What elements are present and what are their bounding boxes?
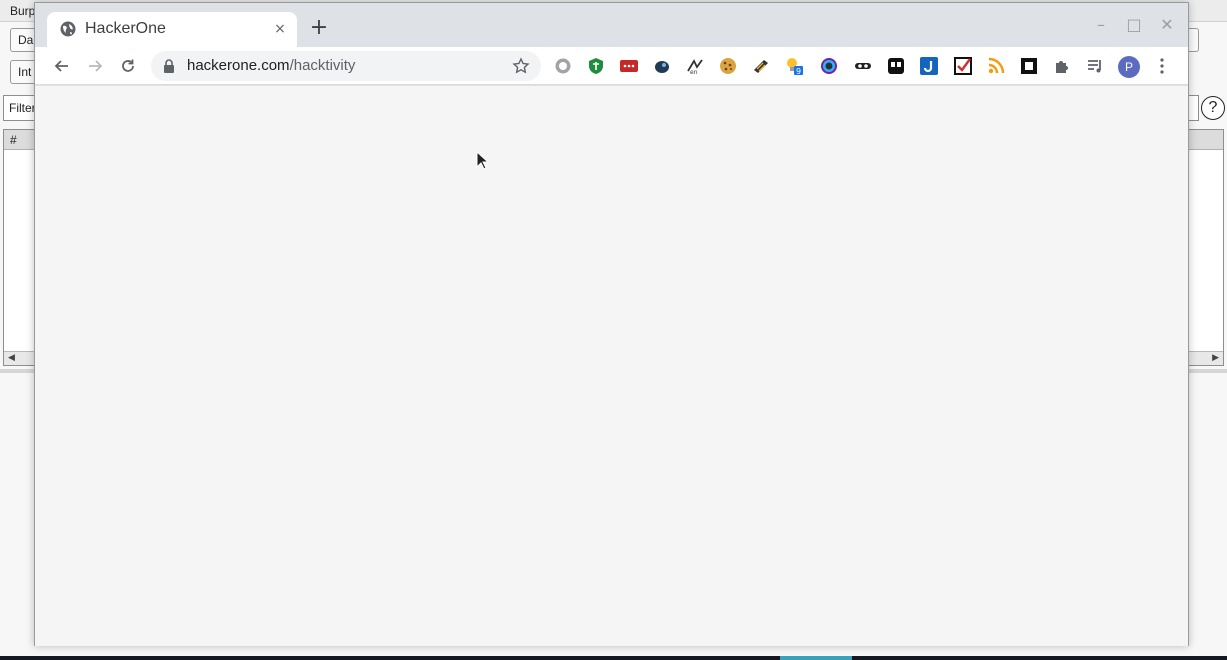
extension-translate-icon[interactable]: en <box>686 57 704 75</box>
extension-bird-icon[interactable] <box>653 57 671 75</box>
scroll-right-icon[interactable]: ▶ <box>1212 353 1219 363</box>
tab-close-icon[interactable]: × <box>271 20 289 38</box>
tab-title: HackerOne <box>85 20 166 37</box>
burp-tab-edge <box>1188 28 1199 52</box>
extension-ring-icon[interactable] <box>820 57 838 75</box>
back-icon[interactable] <box>49 53 75 79</box>
mouse-cursor-icon <box>476 151 490 170</box>
burp-help-icon[interactable]: ? <box>1201 96 1225 120</box>
burp-filter-edge <box>1188 95 1199 121</box>
page-content-area[interactable] <box>35 86 1188 646</box>
puzzle-extensions-icon[interactable] <box>1053 57 1071 75</box>
globe-icon <box>60 21 76 37</box>
url-text[interactable]: hackerone.com/hacktivity <box>187 57 355 74</box>
extension-circle-icon[interactable] <box>554 57 572 75</box>
extension-square-icon[interactable] <box>1020 57 1038 75</box>
maximize-button[interactable]: □ <box>1123 14 1145 36</box>
url-host: hackerone.com <box>187 57 290 74</box>
extension-j-icon[interactable] <box>920 57 938 75</box>
extension-checkmark-icon[interactable] <box>954 57 972 75</box>
chrome-window: HackerOne × + – □ ✕ hackerone.com/hackti… <box>34 2 1189 646</box>
taskbar <box>0 656 1227 660</box>
extension-shield-icon[interactable] <box>587 57 605 75</box>
svg-text:en: en <box>690 69 698 75</box>
bookmark-star-icon[interactable] <box>512 57 530 75</box>
extension-mask-icon[interactable] <box>854 57 872 75</box>
extension-red-box-icon[interactable] <box>620 57 638 75</box>
taskbar-active-item[interactable] <box>780 656 852 660</box>
extension-badge: 9 <box>796 67 801 75</box>
minimize-button[interactable]: – <box>1090 14 1112 36</box>
extension-stripes-icon[interactable] <box>752 57 770 75</box>
lock-icon[interactable] <box>163 59 175 73</box>
browser-toolbar: hackerone.com/hacktivity en 9 P <box>35 47 1188 85</box>
tab-hackerone[interactable]: HackerOne × <box>47 12 297 47</box>
profile-avatar[interactable]: P <box>1118 56 1140 78</box>
tab-strip: HackerOne × + – □ ✕ <box>35 3 1188 47</box>
rss-feed-icon[interactable] <box>987 57 1005 75</box>
url-path: /hacktivity <box>289 57 356 74</box>
extension-ghost-icon[interactable] <box>887 57 905 75</box>
address-bar[interactable]: hackerone.com/hacktivity <box>151 51 541 81</box>
close-window-button[interactable]: ✕ <box>1156 14 1178 36</box>
reload-icon[interactable] <box>115 53 141 79</box>
scroll-left-icon[interactable]: ◀ <box>8 353 15 363</box>
new-tab-button[interactable]: + <box>307 16 331 40</box>
forward-icon[interactable] <box>82 53 108 79</box>
lightbulb-icon[interactable]: 9 <box>785 57 803 75</box>
cookie-icon[interactable] <box>719 57 737 75</box>
media-controls-icon[interactable] <box>1086 57 1104 75</box>
more-menu-icon[interactable] <box>1153 57 1171 75</box>
